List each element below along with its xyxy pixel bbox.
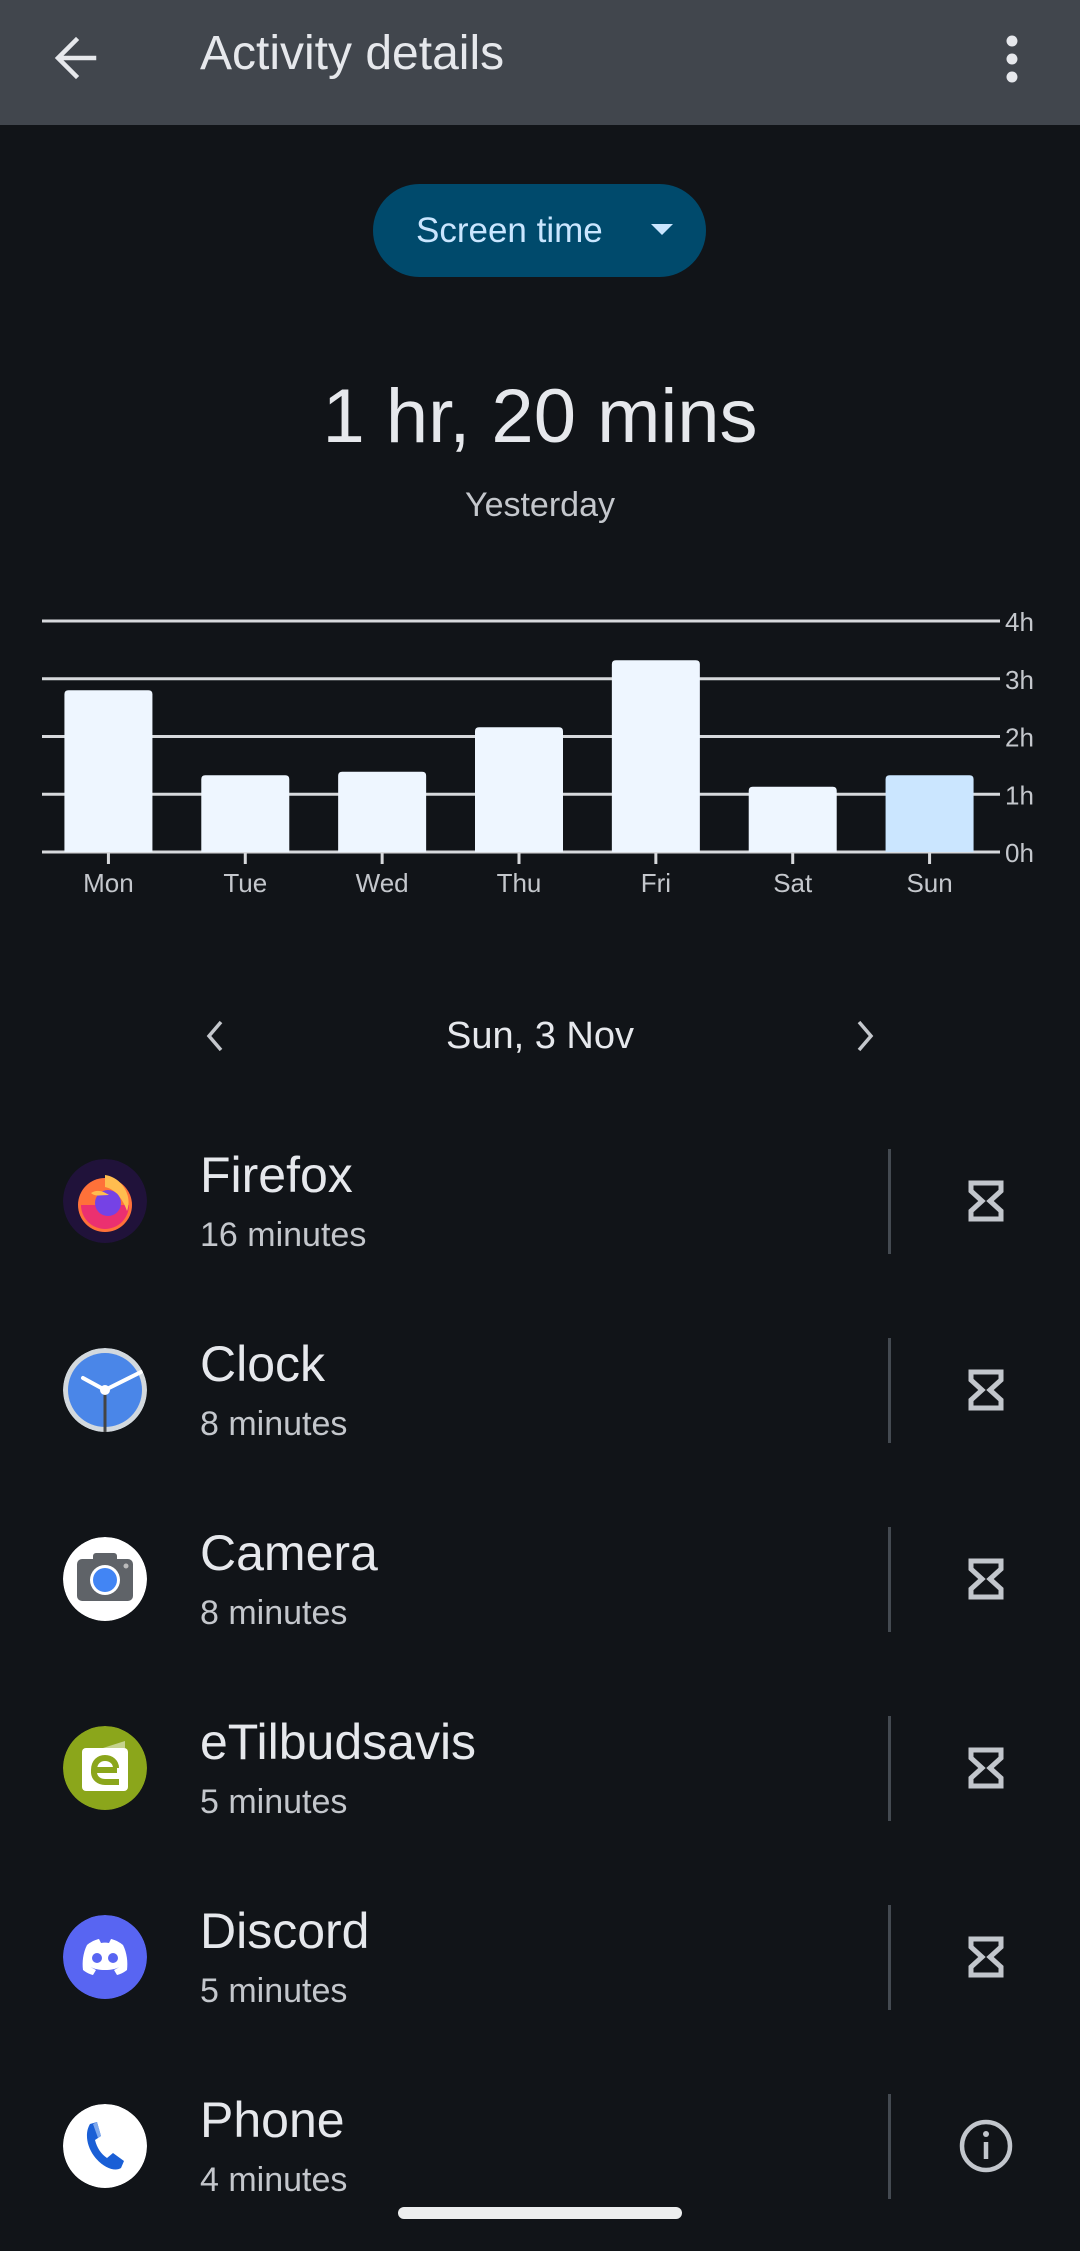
back-button[interactable]: [48, 28, 108, 88]
chevron-right-icon: [857, 1020, 874, 1052]
divider: [888, 2094, 891, 2199]
page-title: Activity details: [200, 27, 505, 80]
app-usage-time: 8 minutes: [200, 1594, 348, 1632]
total-screen-time: 1 hr, 20 mins: [322, 374, 758, 459]
app-name: eTilbudsavis: [200, 1714, 477, 1770]
app-bar: Activity details: [0, 0, 1080, 125]
y-tick-label: 3h: [1005, 665, 1034, 695]
set-timer-button[interactable]: [950, 1919, 1022, 1995]
x-tick-label: Sun: [906, 868, 952, 898]
x-tick-label: Fri: [641, 868, 671, 898]
camera-icon: [63, 1537, 147, 1621]
firefox-icon: [63, 1159, 147, 1243]
divider: [888, 1905, 891, 2010]
app-name: Firefox: [200, 1147, 353, 1203]
app-usage-time: 8 minutes: [200, 1405, 348, 1443]
discord-icon: [63, 1915, 147, 1999]
next-day-button[interactable]: [845, 1012, 885, 1060]
divider: [888, 1338, 891, 1443]
bar-fri[interactable]: [611, 660, 700, 852]
x-tick-label: Thu: [497, 868, 542, 898]
divider: [888, 1716, 891, 1821]
bar-tue[interactable]: [201, 775, 290, 852]
x-tick-label: Mon: [83, 868, 134, 898]
set-timer-button[interactable]: [950, 1730, 1022, 1806]
y-tick-label: 1h: [1005, 780, 1034, 810]
timer-icon: [968, 1369, 1004, 1411]
bar-sun[interactable]: [885, 775, 974, 852]
app-usage-time: 4 minutes: [200, 2161, 348, 2199]
app-usage-time: 16 minutes: [200, 1216, 367, 1254]
selected-date: Sun, 3 Nov: [446, 1015, 634, 1057]
bar-wed[interactable]: [338, 771, 427, 852]
timer-icon: [968, 1558, 1004, 1600]
set-timer-button[interactable]: [950, 1352, 1022, 1428]
metric-selector-label: Screen time: [416, 211, 603, 250]
app-row-discord[interactable]: Discord 5 minutes: [0, 1873, 1080, 2062]
y-tick-label: 2h: [1005, 723, 1034, 753]
x-tick-label: Tue: [223, 868, 267, 898]
set-timer-button[interactable]: [950, 1541, 1022, 1617]
app-row-camera[interactable]: Camera 8 minutes: [0, 1495, 1080, 1684]
timer-icon: [968, 1936, 1004, 1978]
home-indicator[interactable]: [398, 2207, 682, 2219]
divider: [888, 1527, 891, 1632]
app-row-clock[interactable]: Clock 8 minutes: [0, 1306, 1080, 1495]
dropdown-caret-icon: [651, 224, 673, 235]
app-usage-time: 5 minutes: [200, 1972, 348, 2010]
app-name: Discord: [200, 1903, 370, 1959]
weekly-usage-chart: 0h 1h 2h 3h 4h Mon Tue Wed Thu Fri Sat Sun: [42, 607, 1034, 898]
x-tick-label: Sat: [773, 868, 813, 898]
more-options-button[interactable]: [990, 28, 1034, 88]
metric-selector-dropdown[interactable]: Screen time: [373, 184, 706, 277]
app-name: Camera: [200, 1525, 378, 1581]
summary-period: Yesterday: [465, 486, 615, 524]
timer-icon: [968, 1180, 1004, 1222]
y-tick-label: 0h: [1005, 838, 1034, 868]
app-name: Phone: [200, 2092, 345, 2148]
arrow-back-icon: [54, 36, 97, 80]
set-timer-button[interactable]: [950, 1163, 1022, 1239]
divider: [888, 1149, 891, 1254]
timer-icon: [968, 1747, 1004, 1789]
y-tick-label: 4h: [1005, 607, 1034, 637]
bar-mon[interactable]: [64, 690, 153, 852]
clock-icon: [63, 1348, 147, 1432]
app-row-etilbudsavis[interactable]: eTilbudsavis 5 minutes: [0, 1684, 1080, 1873]
bar-sat[interactable]: [748, 786, 837, 852]
app-info-button[interactable]: [950, 2108, 1022, 2184]
bar-thu[interactable]: [475, 727, 563, 852]
app-row-firefox[interactable]: Firefox 16 minutes: [0, 1117, 1080, 1306]
date-navigator: Sun, 3 Nov: [0, 1000, 1080, 1072]
app-name: Clock: [200, 1336, 326, 1392]
etilbudsavis-icon: [63, 1726, 147, 1810]
more-vert-icon: [1006, 35, 1018, 83]
phone-icon: [63, 2104, 147, 2188]
app-row-phone[interactable]: Phone 4 minutes: [0, 2062, 1080, 2251]
info-icon: [959, 2119, 1013, 2173]
x-tick-label: Wed: [356, 868, 409, 898]
app-usage-time: 5 minutes: [200, 1783, 348, 1821]
